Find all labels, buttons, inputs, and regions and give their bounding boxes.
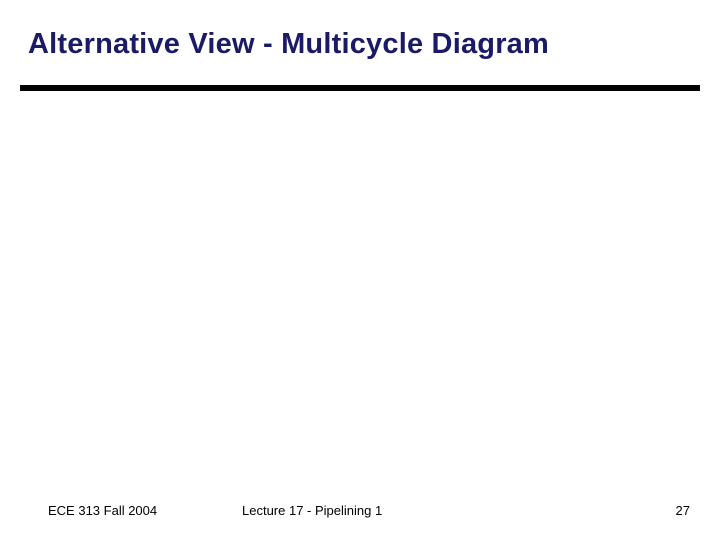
slide-footer: ECE 313 Fall 2004 Lecture 17 - Pipelinin… bbox=[0, 498, 720, 518]
footer-lecture: Lecture 17 - Pipelining 1 bbox=[242, 503, 382, 518]
title-divider bbox=[20, 85, 700, 91]
footer-page-number: 27 bbox=[676, 503, 690, 518]
slide: Alternative View - Multicycle Diagram EC… bbox=[0, 0, 720, 540]
slide-title: Alternative View - Multicycle Diagram bbox=[28, 28, 692, 61]
footer-course: ECE 313 Fall 2004 bbox=[48, 503, 157, 518]
